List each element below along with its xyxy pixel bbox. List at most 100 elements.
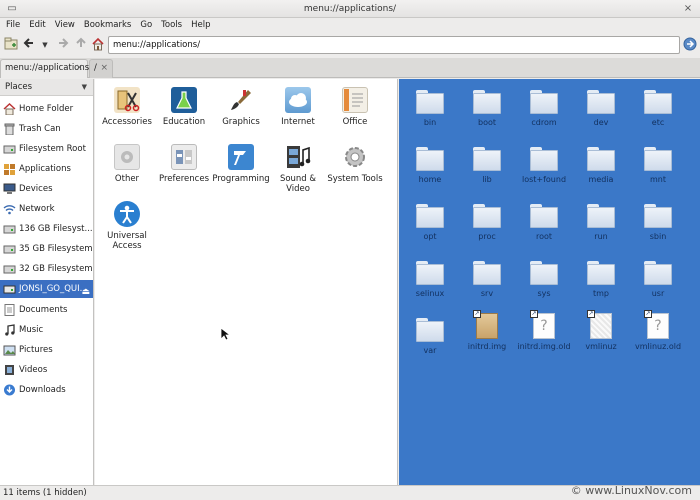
file-item[interactable]: srv (459, 261, 515, 298)
menu-bookmarks[interactable]: Bookmarks (84, 18, 132, 32)
file-item[interactable]: lost+found (516, 147, 572, 184)
drive-icon (3, 265, 16, 274)
file-item[interactable]: media (573, 147, 629, 184)
file-item[interactable]: root (516, 204, 572, 241)
sidebar-item-network[interactable]: Network (0, 200, 93, 218)
app-office[interactable]: Office (324, 87, 386, 127)
file-item[interactable]: sbin (630, 204, 686, 241)
menu-file[interactable]: File (6, 18, 20, 32)
file-item[interactable]: sys (516, 261, 572, 298)
file-item[interactable]: ↗ initrd.img (459, 310, 515, 351)
new-tab-icon[interactable] (3, 37, 19, 53)
archive-icon: ↗ (473, 310, 498, 339)
tab-root[interactable]: / × (89, 59, 113, 78)
app-graphics[interactable]: Graphics (210, 87, 272, 127)
home-icon[interactable] (90, 37, 106, 53)
accessories-icon (114, 87, 140, 113)
file-item[interactable]: tmp (573, 261, 629, 298)
symlink-arrow-icon: ↗ (530, 310, 538, 318)
forward-icon[interactable] (55, 37, 71, 53)
home-icon (3, 103, 16, 115)
eject-icon[interactable]: ⏏ (81, 283, 90, 298)
downloads-icon (4, 384, 15, 396)
file-item[interactable]: bin (402, 90, 458, 127)
file-item[interactable]: run (573, 204, 629, 241)
file-item[interactable]: selinux (402, 261, 458, 298)
location-input[interactable]: menu://applications/ (108, 36, 680, 54)
mouse-cursor-icon (220, 327, 232, 344)
file-item[interactable]: proc (459, 204, 515, 241)
file-item[interactable]: opt (402, 204, 458, 241)
sidebar-item-downloads[interactable]: Downloads (0, 381, 93, 399)
tab-close-icon[interactable]: × (100, 60, 108, 77)
app-label: Internet (281, 117, 315, 127)
symlink-arrow-icon: ↗ (644, 310, 652, 318)
folder-icon (530, 261, 558, 285)
sidebar-item-music[interactable]: Music (0, 321, 93, 339)
folder-icon (473, 261, 501, 285)
menu-tools[interactable]: Tools (161, 18, 182, 32)
file-item[interactable]: usr (630, 261, 686, 298)
sidebar-item-filesystem-35[interactable]: 35 GB Filesystem (0, 240, 93, 258)
file-item[interactable]: ? ↗ vmlinuz.old (630, 310, 686, 351)
menu-view[interactable]: View (55, 18, 75, 32)
file-item[interactable]: var (402, 318, 458, 355)
status-text: 11 items (1 hidden) (3, 488, 87, 498)
up-icon[interactable] (73, 37, 89, 53)
file-item[interactable]: lib (459, 147, 515, 184)
folder-icon (473, 204, 501, 228)
sidebar-item-videos[interactable]: Videos (0, 361, 93, 379)
app-education[interactable]: Education (153, 87, 215, 127)
file-item[interactable]: mnt (630, 147, 686, 184)
window-menu-icon[interactable]: ▭ (6, 3, 18, 15)
app-internet[interactable]: Internet (267, 87, 329, 127)
sidebar-item-filesystem-root[interactable]: Filesystem Root (0, 140, 93, 158)
sound-video-icon (285, 144, 311, 170)
sidebar-item-documents[interactable]: Documents (0, 301, 93, 319)
file-item[interactable]: ? ↗ initrd.img.old (516, 310, 572, 351)
chevron-down-icon[interactable]: ▼ (82, 79, 87, 96)
tab-close-icon[interactable]: × (75, 60, 83, 77)
sidebar-item-devices[interactable]: Devices (0, 180, 93, 198)
app-preferences[interactable]: Preferences (153, 144, 215, 184)
other-icon (114, 144, 140, 170)
documents-icon (4, 304, 15, 316)
applications-icon (4, 164, 15, 175)
file-item[interactable]: cdrom (516, 90, 572, 127)
back-icon[interactable] (21, 37, 37, 53)
watermark: © www.LinuxNov.com (570, 484, 692, 497)
sidebar-item-trash[interactable]: Trash Can (0, 120, 93, 138)
sidebar-item-pictures[interactable]: Pictures (0, 341, 93, 359)
tab-bar: menu://applications/ × / × (0, 58, 700, 78)
menu-help[interactable]: Help (191, 18, 210, 32)
question-mark-icon: ? (654, 318, 662, 334)
sidebar-item-home-folder[interactable]: Home Folder (0, 100, 93, 118)
music-icon (5, 324, 15, 336)
window-close-icon[interactable]: × (682, 3, 694, 15)
go-icon[interactable] (682, 37, 698, 53)
file-item[interactable]: etc (630, 90, 686, 127)
app-programming[interactable]: Programming (210, 144, 272, 184)
folder-icon (416, 90, 444, 114)
app-label: Office (342, 117, 368, 127)
drive-icon (3, 145, 16, 154)
app-sound-video[interactable]: Sound & Video (267, 144, 329, 194)
app-system-tools[interactable]: System Tools (324, 144, 386, 184)
file-item[interactable]: ↗ vmlinuz (573, 310, 629, 351)
menu-edit[interactable]: Edit (29, 18, 45, 32)
sidebar-item-filesystem-136[interactable]: 136 GB Filesyst... (0, 220, 93, 238)
sidebar-header[interactable]: Places ▼ (0, 79, 93, 96)
app-accessories[interactable]: Accessories (96, 87, 158, 127)
education-icon (171, 87, 197, 113)
history-dropdown-icon[interactable]: ▼ (37, 37, 53, 53)
app-universal-access[interactable]: Universal Access (96, 201, 158, 251)
file-item[interactable]: boot (459, 90, 515, 127)
sidebar-item-removable-drive[interactable]: JONSI_GO_QUI... ⏏ (0, 280, 93, 298)
sidebar-item-filesystem-32[interactable]: 32 GB Filesystem (0, 260, 93, 278)
file-item[interactable]: dev (573, 90, 629, 127)
sidebar-item-applications[interactable]: Applications (0, 160, 93, 178)
tab-applications[interactable]: menu://applications/ × (0, 59, 92, 78)
file-item[interactable]: home (402, 147, 458, 184)
app-other[interactable]: Other (96, 144, 158, 184)
menu-go[interactable]: Go (140, 18, 152, 32)
